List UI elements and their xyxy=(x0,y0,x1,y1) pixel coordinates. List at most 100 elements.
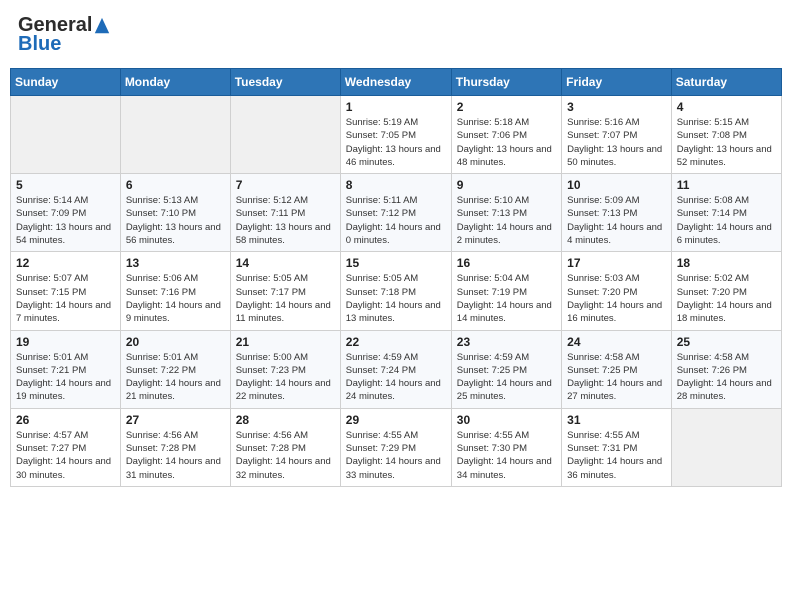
day-info: Sunrise: 4:55 AMSunset: 7:31 PMDaylight:… xyxy=(567,429,666,482)
day-number: 18 xyxy=(677,256,776,270)
day-info: Sunrise: 5:16 AMSunset: 7:07 PMDaylight:… xyxy=(567,116,666,169)
day-number: 4 xyxy=(677,100,776,114)
calendar-cell xyxy=(11,96,121,174)
day-number: 2 xyxy=(457,100,556,114)
day-number: 11 xyxy=(677,178,776,192)
calendar-cell: 18 Sunrise: 5:02 AMSunset: 7:20 PMDayligh… xyxy=(671,252,781,330)
day-number: 30 xyxy=(457,413,556,427)
day-info: Sunrise: 5:03 AMSunset: 7:20 PMDaylight:… xyxy=(567,272,666,325)
calendar-cell: 19Sunrise: 5:01 AMSunset: 7:21 PMDayligh… xyxy=(11,330,121,408)
day-number: 1 xyxy=(346,100,446,114)
day-number: 28 xyxy=(236,413,335,427)
calendar-cell: 13 Sunrise: 5:06 AMSunset: 7:16 PMDayligh… xyxy=(120,252,230,330)
calendar-week-row: 26 Sunrise: 4:57 AMSunset: 7:27 PMDayligh… xyxy=(11,408,782,486)
day-number: 12 xyxy=(16,256,115,270)
weekday-header-wednesday: Wednesday xyxy=(340,69,451,96)
day-info: Sunrise: 5:11 AMSunset: 7:12 PMDaylight:… xyxy=(346,194,446,247)
logo-blue: Blue xyxy=(18,33,61,56)
calendar-cell: 25 Sunrise: 4:58 AMSunset: 7:26 PMDayligh… xyxy=(671,330,781,408)
day-number: 27 xyxy=(126,413,225,427)
logo: General Blue xyxy=(18,14,112,56)
day-info: Sunrise: 4:59 AMSunset: 7:24 PMDaylight:… xyxy=(346,351,446,404)
calendar-cell: 8 Sunrise: 5:11 AMSunset: 7:12 PMDaylight… xyxy=(340,174,451,252)
calendar-week-row: 5 Sunrise: 5:14 AMSunset: 7:09 PMDaylight… xyxy=(11,174,782,252)
day-info: Sunrise: 4:58 AMSunset: 7:25 PMDaylight:… xyxy=(567,351,666,404)
calendar-cell: 23 Sunrise: 4:59 AMSunset: 7:25 PMDayligh… xyxy=(451,330,561,408)
day-info: Sunrise: 4:56 AMSunset: 7:28 PMDaylight:… xyxy=(126,429,225,482)
calendar-cell: 29Sunrise: 4:55 AMSunset: 7:29 PMDayligh… xyxy=(340,408,451,486)
calendar-cell xyxy=(120,96,230,174)
day-info: Sunrise: 4:57 AMSunset: 7:27 PMDaylight:… xyxy=(16,429,115,482)
calendar-cell xyxy=(671,408,781,486)
calendar-cell: 30 Sunrise: 4:55 AMSunset: 7:30 PMDayligh… xyxy=(451,408,561,486)
day-number: 17 xyxy=(567,256,666,270)
day-info: Sunrise: 4:59 AMSunset: 7:25 PMDaylight:… xyxy=(457,351,556,404)
day-number: 29 xyxy=(346,413,446,427)
weekday-header-saturday: Saturday xyxy=(671,69,781,96)
day-number: 16 xyxy=(457,256,556,270)
day-info: Sunrise: 4:55 AMSunset: 7:30 PMDaylight:… xyxy=(457,429,556,482)
day-number: 21 xyxy=(236,335,335,349)
day-info: Sunrise: 5:09 AMSunset: 7:13 PMDaylight:… xyxy=(567,194,666,247)
calendar-cell: 4 Sunrise: 5:15 AMSunset: 7:08 PMDaylight… xyxy=(671,96,781,174)
day-info: Sunrise: 5:18 AMSunset: 7:06 PMDaylight:… xyxy=(457,116,556,169)
calendar-cell: 10 Sunrise: 5:09 AMSunset: 7:13 PMDayligh… xyxy=(562,174,672,252)
calendar-cell: 31 Sunrise: 4:55 AMSunset: 7:31 PMDayligh… xyxy=(562,408,672,486)
calendar-cell: 1Sunrise: 5:19 AMSunset: 7:05 PMDaylight… xyxy=(340,96,451,174)
weekday-header-row: SundayMondayTuesdayWednesdayThursdayFrid… xyxy=(11,69,782,96)
day-info: Sunrise: 5:15 AMSunset: 7:08 PMDaylight:… xyxy=(677,116,776,169)
day-info: Sunrise: 5:01 AMSunset: 7:22 PMDaylight:… xyxy=(126,351,225,404)
day-number: 6 xyxy=(126,178,225,192)
day-info: Sunrise: 5:04 AMSunset: 7:19 PMDaylight:… xyxy=(457,272,556,325)
calendar-cell: 17 Sunrise: 5:03 AMSunset: 7:20 PMDayligh… xyxy=(562,252,672,330)
day-info: Sunrise: 5:06 AMSunset: 7:16 PMDaylight:… xyxy=(126,272,225,325)
calendar-cell: 3 Sunrise: 5:16 AMSunset: 7:07 PMDaylight… xyxy=(562,96,672,174)
day-number: 23 xyxy=(457,335,556,349)
calendar-cell: 5 Sunrise: 5:14 AMSunset: 7:09 PMDaylight… xyxy=(11,174,121,252)
day-info: Sunrise: 5:07 AMSunset: 7:15 PMDaylight:… xyxy=(16,272,115,325)
calendar-cell: 11 Sunrise: 5:08 AMSunset: 7:14 PMDayligh… xyxy=(671,174,781,252)
calendar-table: SundayMondayTuesdayWednesdayThursdayFrid… xyxy=(10,68,782,487)
logo-icon xyxy=(93,17,111,35)
day-info: Sunrise: 4:56 AMSunset: 7:28 PMDaylight:… xyxy=(236,429,335,482)
day-number: 20 xyxy=(126,335,225,349)
calendar-week-row: 1Sunrise: 5:19 AMSunset: 7:05 PMDaylight… xyxy=(11,96,782,174)
day-info: Sunrise: 5:12 AMSunset: 7:11 PMDaylight:… xyxy=(236,194,335,247)
day-number: 15 xyxy=(346,256,446,270)
day-number: 3 xyxy=(567,100,666,114)
day-number: 14 xyxy=(236,256,335,270)
calendar-cell: 6Sunrise: 5:13 AMSunset: 7:10 PMDaylight… xyxy=(120,174,230,252)
page-header: General Blue xyxy=(10,10,782,60)
day-number: 19 xyxy=(16,335,115,349)
day-number: 8 xyxy=(346,178,446,192)
calendar-cell: 24Sunrise: 4:58 AMSunset: 7:25 PMDayligh… xyxy=(562,330,672,408)
day-number: 31 xyxy=(567,413,666,427)
calendar-week-row: 19Sunrise: 5:01 AMSunset: 7:21 PMDayligh… xyxy=(11,330,782,408)
weekday-header-friday: Friday xyxy=(562,69,672,96)
weekday-header-thursday: Thursday xyxy=(451,69,561,96)
day-info: Sunrise: 5:05 AMSunset: 7:18 PMDaylight:… xyxy=(346,272,446,325)
calendar-cell: 7 Sunrise: 5:12 AMSunset: 7:11 PMDaylight… xyxy=(230,174,340,252)
day-number: 10 xyxy=(567,178,666,192)
day-number: 13 xyxy=(126,256,225,270)
calendar-cell: 16 Sunrise: 5:04 AMSunset: 7:19 PMDayligh… xyxy=(451,252,561,330)
day-info: Sunrise: 4:58 AMSunset: 7:26 PMDaylight:… xyxy=(677,351,776,404)
calendar-week-row: 12 Sunrise: 5:07 AMSunset: 7:15 PMDayligh… xyxy=(11,252,782,330)
day-number: 26 xyxy=(16,413,115,427)
calendar-cell: 26 Sunrise: 4:57 AMSunset: 7:27 PMDayligh… xyxy=(11,408,121,486)
day-number: 7 xyxy=(236,178,335,192)
day-info: Sunrise: 5:14 AMSunset: 7:09 PMDaylight:… xyxy=(16,194,115,247)
calendar-cell: 28 Sunrise: 4:56 AMSunset: 7:28 PMDayligh… xyxy=(230,408,340,486)
calendar-cell xyxy=(230,96,340,174)
calendar-cell: 20 Sunrise: 5:01 AMSunset: 7:22 PMDayligh… xyxy=(120,330,230,408)
weekday-header-tuesday: Tuesday xyxy=(230,69,340,96)
calendar-cell: 15 Sunrise: 5:05 AMSunset: 7:18 PMDayligh… xyxy=(340,252,451,330)
day-number: 25 xyxy=(677,335,776,349)
day-info: Sunrise: 5:02 AMSunset: 7:20 PMDaylight:… xyxy=(677,272,776,325)
day-info: Sunrise: 5:00 AMSunset: 7:23 PMDaylight:… xyxy=(236,351,335,404)
day-number: 5 xyxy=(16,178,115,192)
calendar-cell: 9Sunrise: 5:10 AMSunset: 7:13 PMDaylight… xyxy=(451,174,561,252)
day-info: Sunrise: 5:08 AMSunset: 7:14 PMDaylight:… xyxy=(677,194,776,247)
weekday-header-sunday: Sunday xyxy=(11,69,121,96)
day-info: Sunrise: 5:05 AMSunset: 7:17 PMDaylight:… xyxy=(236,272,335,325)
